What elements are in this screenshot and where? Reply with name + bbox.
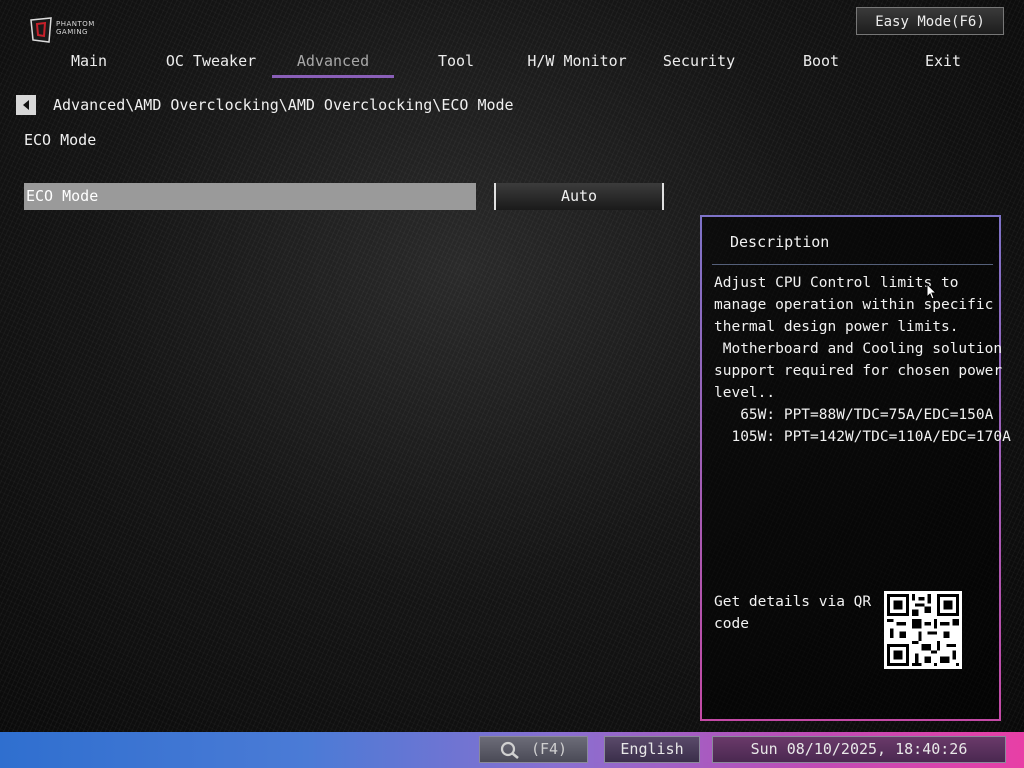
qr-code — [884, 591, 962, 669]
tab-boot[interactable]: Boot — [760, 50, 882, 78]
tab-exit[interactable]: Exit — [882, 50, 1004, 78]
eco-mode-row[interactable]: ECO Mode — [24, 183, 476, 210]
description-text: Adjust CPU Control limits to manage oper… — [714, 275, 1011, 445]
setting-label: ECO Mode — [26, 187, 99, 205]
left-arrow-icon — [23, 100, 29, 110]
breadcrumb: Advanced\AMD Overclocking\AMD Overclocki… — [53, 96, 514, 114]
tab-oc-tweaker[interactable]: OC Tweaker — [150, 50, 272, 78]
search-shortcut: (F4) — [530, 740, 568, 758]
tab-security[interactable]: Security — [638, 50, 760, 78]
footer-bar: (F4) English Sun 08/10/2025, 18:40:26 — [0, 732, 1024, 768]
description-panel: Description Adjust CPU Control limits to… — [700, 215, 1011, 721]
search-icon — [500, 741, 519, 759]
tab-advanced[interactable]: Advanced — [272, 50, 394, 78]
brand-name: PHANTOM GAMING — [56, 20, 95, 36]
easy-mode-button[interactable]: Easy Mode(F6) — [856, 7, 1004, 35]
page-title: ECO Mode — [24, 131, 97, 149]
tab-hw-monitor[interactable]: H/W Monitor — [516, 50, 638, 78]
mouse-cursor-icon — [926, 283, 938, 300]
back-button[interactable] — [16, 95, 36, 115]
tab-tool[interactable]: Tool — [395, 50, 517, 78]
description-divider — [712, 264, 993, 265]
datetime-display: Sun 08/10/2025, 18:40:26 — [712, 736, 1006, 763]
description-title: Description — [730, 233, 830, 251]
eco-mode-value-select[interactable]: Auto — [494, 183, 664, 210]
main-tabs: Main OC Tweaker Advanced Tool H/W Monito… — [28, 50, 988, 80]
qr-label: Get details via QR code — [714, 594, 872, 632]
tab-main[interactable]: Main — [28, 50, 150, 78]
search-button[interactable]: (F4) — [479, 736, 588, 763]
language-button[interactable]: English — [604, 736, 700, 763]
